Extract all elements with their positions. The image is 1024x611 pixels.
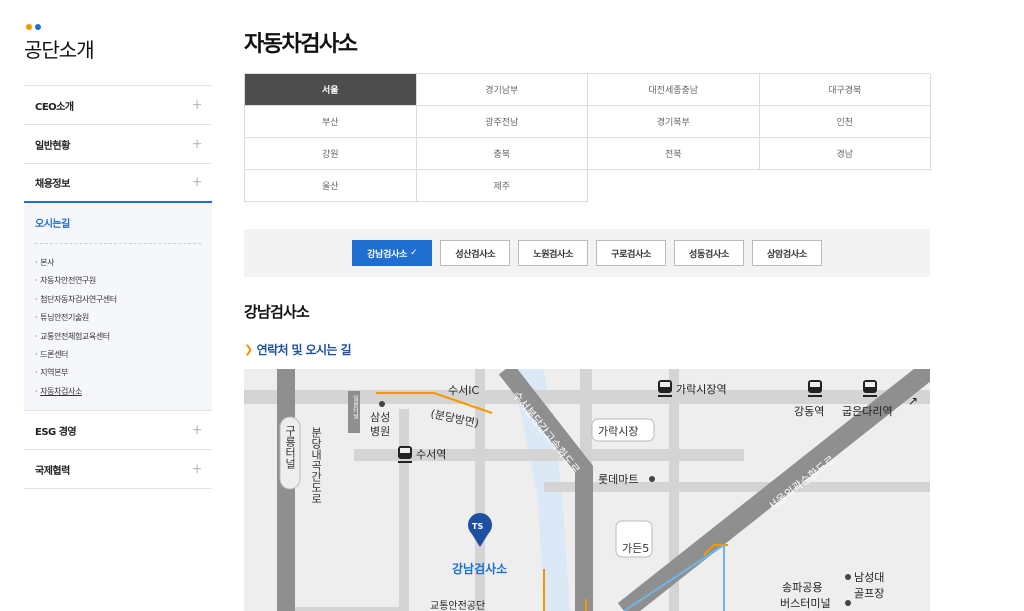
region-tab-gwangju[interactable]: 광주전남	[416, 106, 588, 138]
lotte-mart-dot	[649, 476, 655, 482]
golf-dot	[845, 574, 851, 580]
sidebar-menu: CEO소개 + 일반현황 + 채용정보 + 오시는길 본사 자동차안전연구원 첨…	[24, 85, 212, 490]
map-label-garden5: 가든5	[622, 542, 649, 555]
ts-logo-text: TS	[472, 522, 483, 531]
map-label-golf: 골프장	[854, 587, 884, 600]
sidebar-submenu: 오시는길 본사 자동차안전연구원 첨단자동차검사연구센터 튜닝안전기술원 교통안…	[24, 203, 212, 412]
submenu-item-drone-center[interactable]: 드론센터	[35, 346, 201, 364]
bus-terminal-dot	[845, 600, 851, 606]
region-tab-seoul[interactable]: 서울	[245, 74, 417, 106]
region-tab-jeonbuk[interactable]: 전북	[588, 138, 760, 170]
samsung-hospital-dot	[379, 401, 385, 407]
office-tab-guro[interactable]: 구로검사소	[596, 240, 667, 266]
map-label-bus-terminal: 버스터미널	[780, 597, 831, 610]
section-title: 강남검사소	[244, 303, 310, 321]
office-tabs: 강남검사소 ✓ 성산검사소 노원검사소 구로검사소 성동검사소 상암검사소	[244, 229, 930, 277]
region-tab-busan[interactable]: 부산	[245, 106, 417, 138]
sidebar-item-label: 일반현황	[35, 140, 70, 152]
sub-title-text: 연락처 및 오시는 길	[256, 343, 352, 357]
map-label-garak-market: 가락시장	[598, 425, 638, 438]
region-tab-daejeon[interactable]: 대전세종충남	[588, 74, 760, 106]
sidebar-item-label: CEO소개	[35, 101, 74, 113]
sidebar-item-international[interactable]: 국제협력 +	[24, 450, 212, 490]
map-label-namseong: 남성대	[854, 571, 884, 584]
region-tab-incheon[interactable]: 인천	[759, 106, 931, 138]
plus-icon: +	[191, 461, 203, 477]
office-tab-seongdong[interactable]: 성동검사소	[674, 240, 744, 266]
submenu-list: 본사 자동차안전연구원 첨단자동차검사연구센터 튜닝안전기술원 교통안전체험교육…	[35, 254, 201, 401]
map-label-safety-institute: 교통안전공단	[430, 600, 485, 611]
region-empty-cell	[588, 170, 760, 202]
check-icon: ✓	[410, 248, 418, 258]
sidebar-item-label: 국제협력	[35, 465, 70, 477]
sidebar-item-ceo[interactable]: CEO소개 +	[24, 86, 212, 125]
map-label-gangnam-center: 강남검사소	[452, 561, 507, 576]
arrow-up-right-icon: ↗	[908, 394, 918, 408]
office-tab-gangnam[interactable]: 강남검사소 ✓	[352, 240, 433, 266]
map-label-lotte-mart: 롯데마트	[598, 473, 638, 486]
submenu-item-tuning[interactable]: 튜닝안전기술원	[35, 309, 201, 327]
region-tab-jeju[interactable]: 제주	[416, 170, 588, 202]
map-label-suseo-ic: 수서IC	[448, 384, 479, 397]
submenu-item-inspection-center[interactable]: 자동차검사소	[35, 383, 201, 401]
plus-icon: +	[191, 422, 203, 438]
map-label-samsung: 삼성	[370, 411, 390, 424]
orange-dot	[26, 24, 32, 30]
plus-icon: +	[191, 136, 203, 152]
submenu-item-education-center[interactable]: 교통안전체험교육센터	[35, 328, 201, 346]
brand-dots	[26, 24, 212, 30]
page-title: 자동차검사소	[244, 32, 358, 57]
sidebar-item-label: 채용정보	[35, 179, 70, 190]
region-empty-cell	[760, 170, 932, 202]
map-label-songpa-bus: 송파공용	[782, 581, 822, 594]
office-tab-label: 강남검사소	[367, 249, 408, 260]
office-tab-seongsan[interactable]: 성산검사소	[440, 240, 511, 266]
map-label-gangdong-station: 강동역	[794, 405, 824, 418]
map-label-ilwon-tunnel: 일원터널	[352, 394, 359, 419]
map-label-suseo-station: 수서역	[416, 448, 446, 461]
office-tab-sangam[interactable]: 상암검사소	[751, 240, 822, 266]
sidebar: 공단소개 CEO소개 + 일반현황 + 채용정보 + 오시는길 본사 자동차안전…	[24, 24, 212, 490]
plus-icon: +	[191, 97, 203, 113]
plus-icon: +	[191, 175, 203, 190]
region-tab-gangwon[interactable]: 강원	[245, 138, 417, 170]
map-label-bundang-road: 분당내곡간도로	[310, 427, 323, 504]
sidebar-title: 공단소개	[24, 38, 95, 62]
sidebar-item-esg[interactable]: ESG 경영 +	[24, 411, 212, 451]
submenu-item-regional-hq[interactable]: 지역본부	[35, 364, 201, 382]
region-tab-daegu[interactable]: 대구경북	[759, 74, 931, 106]
submenu-title[interactable]: 오시는길	[35, 215, 201, 244]
region-tab-gyeonggi-south[interactable]: 경기남부	[416, 74, 588, 106]
region-tab-gyeongnam[interactable]: 경남	[759, 138, 931, 170]
region-tabs: 서울 경기남부 대전세종충남 대구경북 부산 광주전남 경기북부 인천 강원 충…	[244, 73, 932, 202]
map-label-gubeundari-station: 굽은다리역	[842, 405, 893, 418]
region-tab-gyeonggi-north[interactable]: 경기북부	[588, 106, 760, 138]
sidebar-item-recruitment[interactable]: 채용정보 +	[24, 164, 212, 203]
contact-directions-heading: ❯ 연락처 및 오시는 길	[244, 341, 351, 358]
map-label-hospital: 병원	[370, 425, 390, 438]
chevron-right-icon: ❯	[244, 343, 253, 356]
submenu-item-advanced-inspection[interactable]: 첨단자동차검사연구센터	[35, 291, 201, 309]
location-map[interactable]: 가든5 가락시장 수서IC (분당방면) 삼성 병원 일원터널 구룡터널 분당내…	[244, 369, 930, 611]
submenu-item-headquarters[interactable]: 본사	[35, 254, 201, 272]
map-label-guryong-tunnel: 구룡터널	[284, 425, 297, 469]
blue-dot	[35, 24, 41, 30]
region-tab-chungbuk[interactable]: 충북	[416, 138, 588, 170]
office-tab-nowon[interactable]: 노원검사소	[518, 240, 589, 266]
region-tab-ulsan[interactable]: 울산	[245, 170, 417, 202]
sidebar-item-label: ESG 경영	[35, 426, 77, 438]
submenu-item-safety-research[interactable]: 자동차안전연구원	[35, 272, 201, 290]
map-label-garak-station: 가락시장역	[676, 383, 727, 396]
sidebar-item-general-status[interactable]: 일반현황 +	[24, 125, 212, 164]
map-svg: 가든5 가락시장 수서IC (분당방면) 삼성 병원 일원터널 구룡터널 분당내…	[244, 369, 930, 611]
